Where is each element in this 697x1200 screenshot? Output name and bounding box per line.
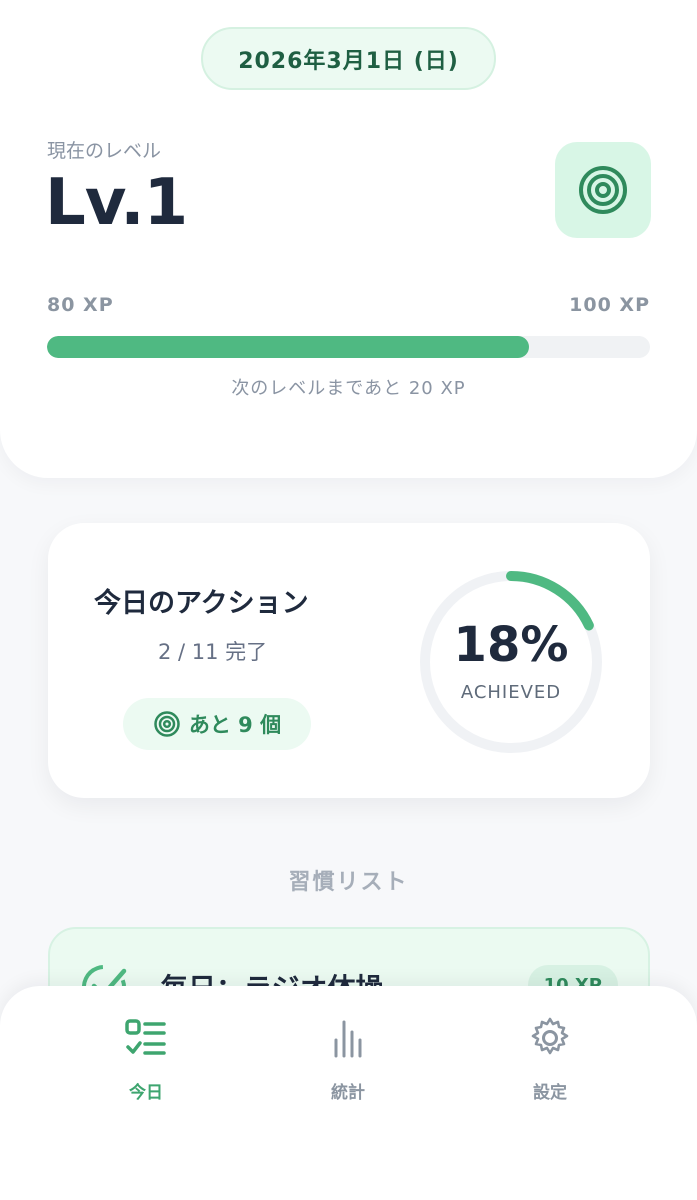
nav-item-today[interactable]: 今日 xyxy=(86,1016,206,1126)
target-icon xyxy=(579,166,627,214)
remaining-label: あと 9 個 xyxy=(188,713,282,737)
remaining-pill: あと 9 個 xyxy=(123,698,311,750)
xp-progress-fill xyxy=(47,336,530,358)
date-pill[interactable]: 2026年3月1日 (日) xyxy=(201,27,496,90)
achieved-label: ACHIEVED xyxy=(460,682,562,703)
level-card: 2026年3月1日 (日) 現在のレベル Lv.1 80 XP 100 XP 次… xyxy=(0,0,697,478)
app-screen: 2026年3月1日 (日) 現在のレベル Lv.1 80 XP 100 XP 次… xyxy=(0,0,697,1200)
xp-remaining-text: 次のレベルまであと 20 XP xyxy=(231,378,466,399)
nav-item-stats[interactable]: 統計 xyxy=(288,1016,408,1126)
level-label: 現在のレベル xyxy=(47,140,162,162)
progress-percent: 18% xyxy=(453,617,569,673)
nav-label-stats: 統計 xyxy=(331,1083,365,1103)
bar-chart-icon xyxy=(334,1020,362,1058)
today-title: 今日のアクション xyxy=(94,588,309,619)
today-actions-card[interactable]: 今日のアクション 2 / 11 完了 あと 9 個 18% ACHIEVED xyxy=(48,523,650,798)
habit-list-title: 習慣リスト xyxy=(288,870,409,895)
nav-label-settings: 設定 xyxy=(533,1083,567,1103)
bottom-nav: 今日 統計 設定 xyxy=(0,986,697,1200)
gear-icon xyxy=(531,1017,569,1055)
nav-item-settings[interactable]: 設定 xyxy=(490,1016,610,1126)
progress-ring: 18% ACHIEVED xyxy=(416,567,606,757)
xp-progress-bar xyxy=(47,336,650,358)
xp-max: 100 XP xyxy=(569,294,650,316)
today-count: 2 / 11 完了 xyxy=(158,640,268,664)
checklist-icon xyxy=(125,1019,166,1055)
level-value: Lv.1 xyxy=(45,166,188,240)
level-icon-button[interactable] xyxy=(555,142,651,238)
nav-label-today: 今日 xyxy=(129,1083,163,1103)
target-icon xyxy=(154,711,180,737)
xp-current: 80 XP xyxy=(47,294,114,316)
